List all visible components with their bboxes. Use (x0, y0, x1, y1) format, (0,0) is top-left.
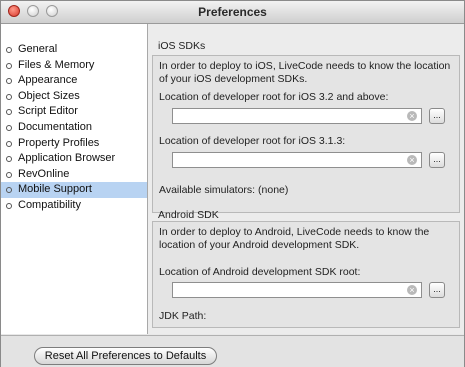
title-bar[interactable]: Preferences (1, 1, 464, 24)
android-sdk-heading: Android SDK (158, 209, 219, 221)
window-title: Preferences (198, 5, 267, 19)
bullet-icon (6, 156, 12, 163)
bullet-icon (6, 109, 12, 116)
bullet-icon (6, 187, 12, 194)
bullet-icon (6, 62, 12, 69)
sidebar-item-application-browser[interactable]: Application Browser (1, 151, 147, 167)
ios-sdk-heading: iOS SDKs (158, 40, 206, 52)
android-sdk-root-label: Location of Android development SDK root… (159, 266, 361, 278)
bullet-icon (6, 171, 12, 178)
bullet-icon (6, 47, 12, 53)
preferences-sidebar: General Files & Memory Appearance Object… (1, 24, 148, 334)
sidebar-item-script-editor[interactable]: Script Editor (1, 104, 147, 120)
bullet-icon (6, 78, 12, 85)
android-sdk-browse-button[interactable]: ... (429, 282, 445, 298)
ios-313-root-label: Location of developer root for iOS 3.1.3… (159, 135, 346, 147)
clear-field-icon[interactable]: × (407, 155, 417, 165)
ios-description: In order to deploy to iOS, LiveCode need… (159, 60, 451, 85)
sidebar-item-documentation[interactable]: Documentation (1, 120, 147, 136)
sidebar-item-files-memory[interactable]: Files & Memory (1, 58, 147, 74)
ios-313-root-field[interactable]: × (172, 152, 422, 168)
available-simulators: Available simulators: (none) (159, 184, 289, 196)
reset-all-preferences-button[interactable]: Reset All Preferences to Defaults (34, 347, 217, 365)
sidebar-item-appearance[interactable]: Appearance (1, 73, 147, 89)
footer-bar: Reset All Preferences to Defaults (1, 335, 464, 367)
sidebar-item-mobile-support[interactable]: Mobile Support (1, 182, 147, 198)
preferences-nav-list: General Files & Memory Appearance Object… (1, 24, 147, 214)
ios-32-browse-button[interactable]: ... (429, 108, 445, 124)
sidebar-item-compatibility[interactable]: Compatibility (1, 198, 147, 214)
clear-field-icon[interactable]: × (407, 111, 417, 121)
sidebar-item-general[interactable]: General (1, 42, 147, 58)
sidebar-item-revonline[interactable]: RevOnline (1, 167, 147, 183)
preferences-window: Preferences General Files & Memory Appea… (0, 0, 465, 367)
bullet-icon (6, 124, 12, 131)
android-description: In order to deploy to Android, LiveCode … (159, 226, 430, 251)
android-sdk-group: In order to deploy to Android, LiveCode … (152, 221, 460, 328)
clear-field-icon[interactable]: × (407, 285, 417, 295)
ios-32-root-label: Location of developer root for iOS 3.2 a… (159, 91, 389, 103)
ios-sdk-group: In order to deploy to iOS, LiveCode need… (152, 55, 460, 213)
bullet-icon (6, 93, 12, 100)
android-sdk-root-field[interactable]: × (172, 282, 422, 298)
jdk-path-label: JDK Path: (159, 310, 207, 322)
bullet-icon (6, 202, 12, 209)
ios-32-root-field[interactable]: × (172, 108, 422, 124)
sidebar-item-property-profiles[interactable]: Property Profiles (1, 136, 147, 152)
ios-313-browse-button[interactable]: ... (429, 152, 445, 168)
mobile-support-panel: iOS SDKs In order to deploy to iOS, Live… (148, 24, 464, 334)
sidebar-item-object-sizes[interactable]: Object Sizes (1, 89, 147, 105)
bullet-icon (6, 140, 12, 147)
